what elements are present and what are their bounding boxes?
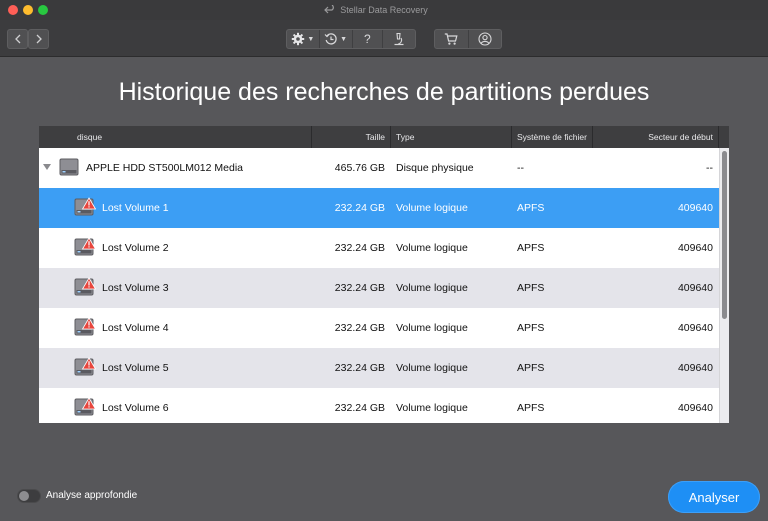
row-size: 232.24 GB bbox=[334, 322, 385, 334]
deep-scan-toggle[interactable] bbox=[17, 489, 41, 503]
row-start-sector: 409640 bbox=[677, 282, 713, 294]
page-title: Historique des recherches de partitions … bbox=[118, 78, 650, 106]
table-row[interactable]: APPLE HDD ST500LM012 Media 465.76 GB Disqu… bbox=[39, 148, 719, 188]
back-button[interactable] bbox=[7, 29, 28, 49]
help-icon: ? bbox=[364, 32, 371, 46]
history-dropdown-icon: ▼ bbox=[340, 35, 348, 43]
row-type: Volume logique bbox=[396, 282, 468, 294]
row-start-sector: 409640 bbox=[677, 242, 713, 254]
row-size: 232.24 GB bbox=[334, 202, 385, 214]
row-filesystem: -- bbox=[517, 162, 524, 174]
cart-icon bbox=[445, 33, 458, 45]
column-header-size[interactable]: Taille bbox=[312, 126, 391, 148]
analyze-button[interactable]: Analyser bbox=[668, 481, 760, 513]
lost-volume-warning-icon bbox=[74, 316, 97, 338]
history-button[interactable]: ▼ bbox=[320, 30, 353, 48]
row-size: 232.24 GB bbox=[334, 362, 385, 374]
table-row[interactable]: Lost Volume 6 232.24 GB Volume logique APFS… bbox=[39, 388, 719, 423]
row-name: Lost Volume 4 bbox=[102, 322, 169, 334]
app-logo-icon bbox=[324, 5, 335, 14]
row-size: 232.24 GB bbox=[334, 402, 385, 414]
close-window-button[interactable] bbox=[8, 5, 18, 15]
row-start-sector: 409640 bbox=[677, 322, 713, 334]
hard-drive-icon bbox=[59, 156, 81, 178]
row-start-sector: -- bbox=[706, 162, 713, 174]
window-title: Stellar Data Recovery bbox=[340, 5, 428, 15]
history-clock-icon bbox=[324, 33, 337, 45]
main-tool-group: ▼ ▼ ? bbox=[286, 29, 416, 49]
lost-volume-warning-icon bbox=[74, 276, 97, 298]
row-filesystem: APFS bbox=[517, 362, 545, 374]
partition-table: disque Taille Type Système de fichier Se… bbox=[39, 126, 729, 423]
column-header-spacer bbox=[719, 126, 729, 148]
gear-icon bbox=[292, 32, 305, 46]
minimize-window-button[interactable] bbox=[23, 5, 33, 15]
row-filesystem: APFS bbox=[517, 322, 545, 334]
row-name: Lost Volume 3 bbox=[102, 282, 169, 294]
row-start-sector: 409640 bbox=[677, 202, 713, 214]
row-type: Volume logique bbox=[396, 402, 468, 414]
lost-volume-warning-icon bbox=[74, 236, 97, 258]
table-row[interactable]: Lost Volume 1 232.24 GB Volume logique APFS… bbox=[39, 188, 719, 228]
deep-scan-label: Analyse approfondie bbox=[46, 490, 138, 501]
account-button[interactable] bbox=[469, 30, 502, 48]
lost-volume-warning-icon bbox=[74, 196, 97, 218]
help-button[interactable]: ? bbox=[353, 30, 384, 48]
row-start-sector: 409640 bbox=[677, 402, 713, 414]
tools-button[interactable] bbox=[383, 30, 415, 48]
lost-volume-warning-icon bbox=[74, 396, 97, 418]
deep-scan-toggle-knob bbox=[19, 491, 29, 501]
table-row[interactable]: Lost Volume 5 232.24 GB Volume logique APFS… bbox=[39, 348, 719, 388]
cart-button[interactable] bbox=[435, 30, 469, 48]
row-name: Lost Volume 5 bbox=[102, 362, 169, 374]
row-filesystem: APFS bbox=[517, 282, 545, 294]
user-icon bbox=[478, 32, 492, 46]
row-name: Lost Volume 2 bbox=[102, 242, 169, 254]
row-name: Lost Volume 6 bbox=[102, 402, 169, 414]
microscope-icon bbox=[394, 32, 404, 46]
account-tool-group bbox=[434, 29, 502, 49]
row-type: Disque physique bbox=[396, 162, 474, 174]
row-size: 465.76 GB bbox=[334, 162, 385, 174]
table-scrollbar-thumb[interactable] bbox=[722, 151, 727, 319]
settings-button[interactable]: ▼ bbox=[287, 30, 320, 48]
column-header-start-sector[interactable]: Secteur de début bbox=[593, 126, 719, 148]
row-name: APPLE HDD ST500LM012 Media bbox=[86, 162, 243, 174]
chevron-left-icon bbox=[14, 34, 20, 44]
row-size: 232.24 GB bbox=[334, 282, 385, 294]
row-start-sector: 409640 bbox=[677, 362, 713, 374]
forward-button[interactable] bbox=[28, 29, 49, 49]
column-header-disk[interactable]: disque bbox=[39, 126, 312, 148]
column-header-type[interactable]: Type bbox=[391, 126, 512, 148]
table-row[interactable]: Lost Volume 2 232.24 GB Volume logique APFS… bbox=[39, 228, 719, 268]
settings-dropdown-icon: ▼ bbox=[307, 35, 315, 43]
row-name: Lost Volume 1 bbox=[102, 202, 169, 214]
table-scrollbar[interactable] bbox=[719, 148, 729, 423]
row-size: 232.24 GB bbox=[334, 242, 385, 254]
column-header-filesystem[interactable]: Système de fichier bbox=[512, 126, 593, 148]
row-type: Volume logique bbox=[396, 202, 468, 214]
window-title-area: Stellar Data Recovery bbox=[296, 0, 456, 20]
zoom-window-button[interactable] bbox=[38, 5, 48, 15]
lost-volume-warning-icon bbox=[74, 356, 97, 378]
chevron-right-icon bbox=[36, 34, 42, 44]
row-type: Volume logique bbox=[396, 242, 468, 254]
row-filesystem: APFS bbox=[517, 402, 545, 414]
expand-chevron-icon[interactable] bbox=[43, 162, 51, 172]
row-filesystem: APFS bbox=[517, 202, 545, 214]
title-bar: Stellar Data Recovery bbox=[0, 0, 768, 21]
row-type: Volume logique bbox=[396, 362, 468, 374]
row-type: Volume logique bbox=[396, 322, 468, 334]
table-header: disque Taille Type Système de fichier Se… bbox=[39, 126, 729, 148]
toolbar: ▼ ▼ ? bbox=[0, 20, 768, 57]
table-row[interactable]: Lost Volume 4 232.24 GB Volume logique APFS… bbox=[39, 308, 719, 348]
table-row[interactable]: Lost Volume 3 232.24 GB Volume logique APFS… bbox=[39, 268, 719, 308]
row-filesystem: APFS bbox=[517, 242, 545, 254]
